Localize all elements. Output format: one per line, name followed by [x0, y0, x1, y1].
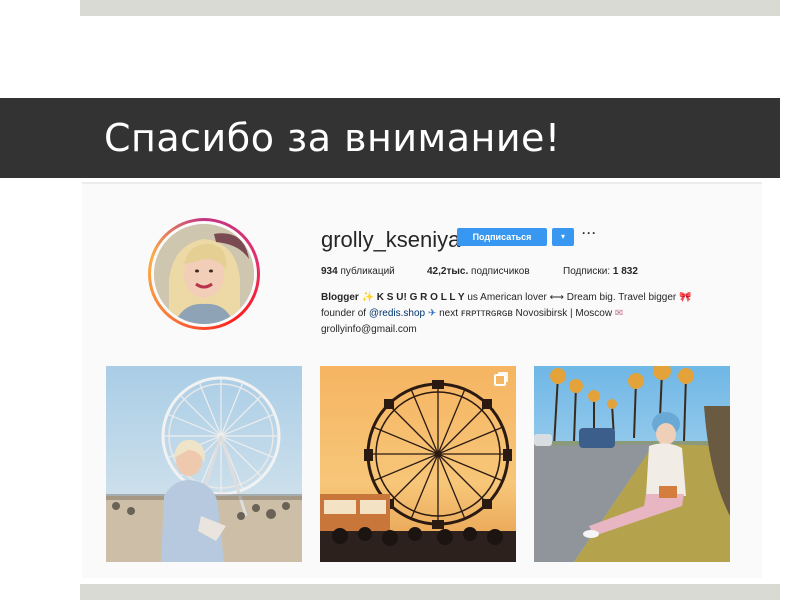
envelope-icon: ✉	[614, 308, 624, 319]
shop-link[interactable]: @redis.shop	[369, 308, 425, 319]
bio-email[interactable]: grollyinfo@gmail.com	[321, 324, 417, 335]
profile-username: grolly_kseniya	[321, 227, 461, 252]
palm-street-photo	[534, 366, 730, 562]
bow-icon: 🎀	[679, 292, 692, 303]
bio-line-1: Blogger ✨ K S U! G R O L L Y us American…	[321, 292, 691, 303]
bio-text: us American lover ⟷ Dream big. Travel bi…	[467, 292, 677, 303]
sparkle-icon: ✨	[361, 292, 375, 303]
followers-stat[interactable]: 42,2тыс. подписчиков	[427, 266, 530, 277]
bio-founder-prefix: founder of	[321, 308, 367, 319]
slide-top-bar	[80, 0, 780, 16]
bio-brand: K S U! G R O L L Y	[376, 292, 465, 303]
post-thumbnail-1[interactable]	[106, 366, 302, 562]
followers-count: 42,2тыс.	[427, 266, 469, 277]
following-count: 1 832	[612, 266, 638, 277]
followers-label: подписчиков	[471, 266, 530, 277]
posts-stat: 934 публикаций	[321, 266, 395, 277]
bio-line-2: founder of @redis.shop ✈ next ꜰʀᴘᴛᴛʀɢʀɢʙ…	[321, 308, 623, 319]
follow-button[interactable]: Подписаться	[457, 228, 547, 246]
posts-label: публикаций	[340, 266, 395, 277]
posts-count: 934	[321, 266, 338, 277]
avatar-photo	[154, 224, 254, 324]
avatar-border	[151, 221, 257, 327]
instagram-profile-screenshot: grolly_kseniya Подписаться ▾ ··· 934 пуб…	[82, 182, 762, 578]
post-thumbnail-2[interactable]	[320, 366, 516, 562]
following-label: Подписки:	[563, 266, 611, 277]
post-thumbnail-3[interactable]	[534, 366, 730, 562]
slide-title: Спасибо за внимание!	[104, 116, 561, 160]
sunset-ferris-wheel-photo	[320, 366, 516, 562]
multi-post-icon	[494, 374, 506, 386]
following-stat[interactable]: Подписки: 1 832	[563, 266, 638, 277]
ferris-wheel-photo	[106, 366, 302, 562]
slide-bottom-bar	[80, 584, 780, 600]
avatar-illustration	[154, 224, 254, 324]
avatar[interactable]	[148, 218, 260, 330]
bio-name: Blogger	[321, 292, 359, 303]
airplane-icon: ✈	[427, 308, 437, 319]
dropdown-icon[interactable]: ▾	[552, 228, 574, 246]
bio-location: next ꜰʀᴘᴛᴛʀɢʀɢʙ Novosibirsk | Moscow	[439, 308, 613, 319]
more-icon[interactable]: ···	[582, 226, 597, 240]
